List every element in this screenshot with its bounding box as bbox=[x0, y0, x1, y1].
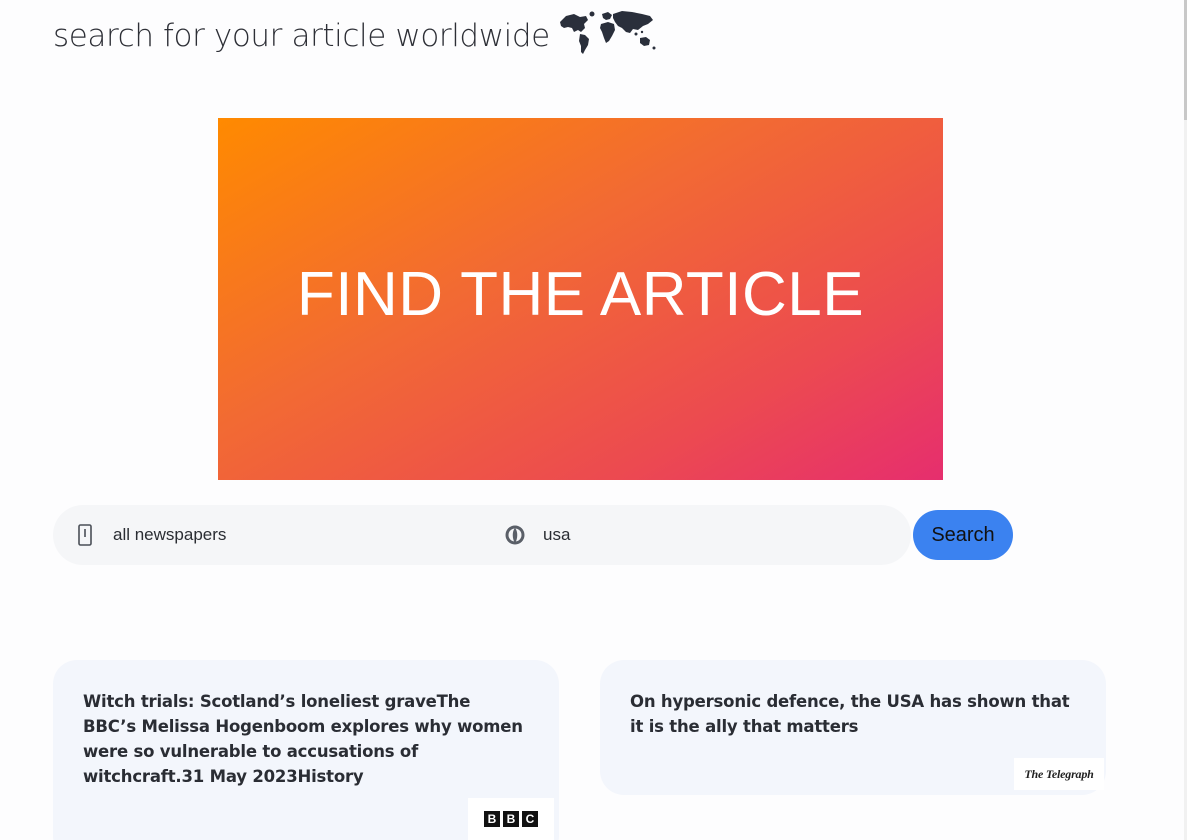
country-select[interactable]: usa bbox=[543, 523, 570, 547]
search-button[interactable]: Search bbox=[913, 510, 1013, 560]
article-card[interactable]: On hypersonic defence, the USA has shown… bbox=[600, 660, 1106, 795]
header: search for your article worldwide bbox=[53, 8, 658, 64]
article-card[interactable]: Witch trials: Scotland’s loneliest grave… bbox=[53, 660, 559, 840]
newspaper-select[interactable]: all newspapers bbox=[113, 523, 226, 547]
hero-title: FIND THE ARTICLE bbox=[296, 259, 865, 329]
search-bar: all newspapers usa bbox=[53, 505, 911, 565]
bbc-logo: BBC bbox=[468, 798, 554, 840]
telegraph-logo: The Telegraph bbox=[1014, 758, 1104, 790]
telegraph-logo-text: The Telegraph bbox=[1024, 766, 1094, 781]
article-text[interactable]: Witch trials: Scotland’s loneliest grave… bbox=[83, 689, 523, 789]
world-map-icon bbox=[559, 11, 656, 54]
article-text[interactable]: On hypersonic defence, the USA has shown… bbox=[630, 689, 1070, 739]
site-title: search for your article worldwide bbox=[53, 18, 550, 54]
hero-banner: FIND THE ARTICLE bbox=[218, 118, 943, 480]
newspaper-icon[interactable] bbox=[73, 523, 97, 547]
globe-icon[interactable] bbox=[503, 523, 527, 547]
